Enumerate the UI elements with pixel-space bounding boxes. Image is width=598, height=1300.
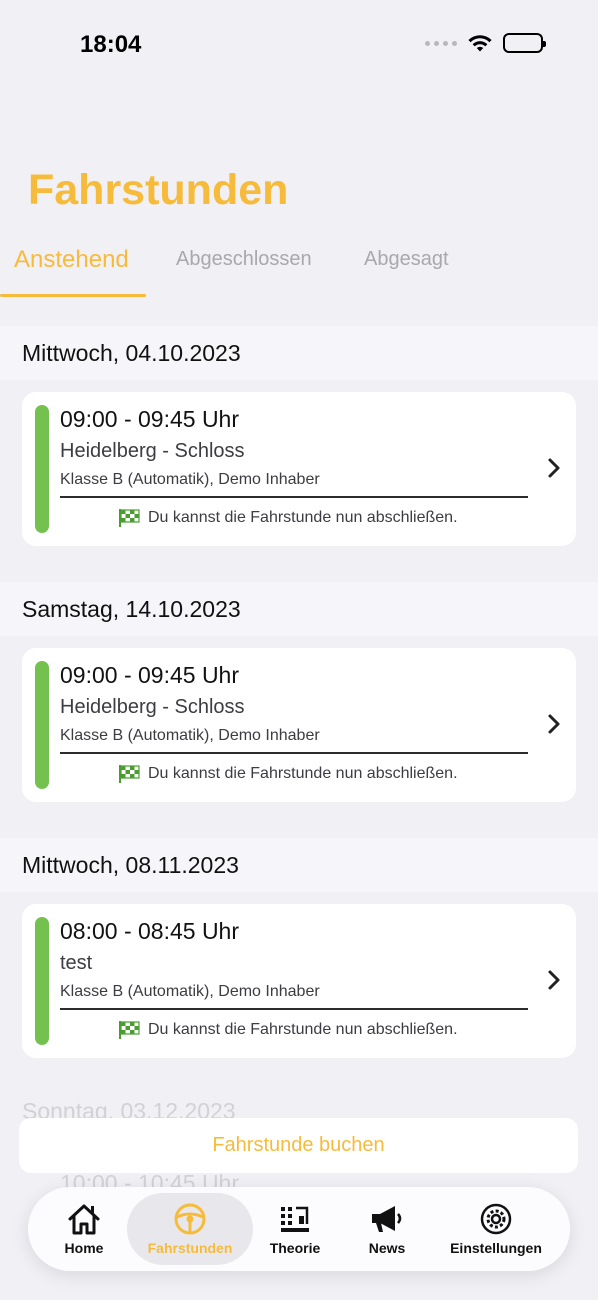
theory-icon — [281, 1206, 309, 1232]
home-icon — [68, 1204, 100, 1235]
divider — [60, 1008, 528, 1010]
divider — [60, 496, 528, 498]
lesson-location: test — [60, 952, 93, 974]
tabbar-home-label: Home — [64, 1240, 104, 1256]
lesson-list: Mittwoch, 04.10.2023 09:00 - 09:45 Uhr H… — [0, 326, 598, 1094]
chevron-right-icon — [548, 714, 560, 734]
completion-hint: Du kannst die Fahrstunde nun abschließen… — [118, 508, 458, 528]
gear-icon — [480, 1203, 512, 1235]
lesson-location: Heidelberg - Schloss — [60, 440, 245, 462]
completion-hint: Du kannst die Fahrstunde nun abschließen… — [118, 1020, 458, 1040]
lesson-time: 08:00 - 08:45 Uhr — [60, 918, 240, 944]
completion-hint: Du kannst die Fahrstunde nun abschließen… — [118, 764, 458, 784]
status-time: 18:04 — [80, 31, 142, 58]
lesson-time: 09:00 - 09:45 Uhr — [60, 662, 240, 688]
tabbar-settings-label: Einstellungen — [450, 1240, 542, 1256]
status-indicator-bar — [35, 661, 49, 789]
tabbar-theory[interactable]: Theorie — [253, 1193, 337, 1265]
lesson-time: 09:00 - 09:45 Uhr — [60, 406, 240, 432]
lesson-card[interactable]: 09:00 - 09:45 Uhr Heidelberg - Schloss K… — [22, 392, 576, 546]
divider — [60, 752, 528, 754]
status-icons — [425, 33, 546, 53]
steering-wheel-icon — [174, 1203, 206, 1235]
lesson-details: Klasse B (Automatik), Demo Inhaber — [60, 727, 320, 744]
date-header: Mittwoch, 04.10.2023 — [0, 326, 598, 380]
checkered-flag-icon — [119, 509, 140, 527]
bottom-tab-bar: Home Fahrstunden Theorie News Einstellun… — [28, 1187, 570, 1271]
status-bar: 18:04 — [0, 0, 598, 90]
tab-cancelled[interactable]: Abgesagt — [364, 248, 449, 271]
date-header: Samstag, 14.10.2023 — [0, 582, 598, 636]
tabbar-news-label: News — [368, 1240, 406, 1256]
chevron-right-icon — [548, 458, 560, 478]
tabbar-driving-lessons-label: Fahrstunden — [147, 1240, 233, 1256]
lesson-details: Klasse B (Automatik), Demo Inhaber — [60, 471, 320, 488]
completion-hint-text: Du kannst die Fahrstunde nun abschließen… — [148, 509, 458, 526]
checkered-flag-icon — [119, 1021, 140, 1039]
tabbar-news[interactable]: News — [346, 1193, 428, 1265]
status-indicator-bar — [35, 405, 49, 533]
lesson-location: Heidelberg - Schloss — [60, 696, 245, 718]
checkered-flag-icon — [119, 765, 140, 783]
date-header: Mittwoch, 08.11.2023 — [0, 838, 598, 892]
tabbar-theory-label: Theorie — [269, 1240, 321, 1256]
book-lesson-button[interactable]: Fahrstunde buchen — [19, 1118, 578, 1173]
tab-completed[interactable]: Abgeschlossen — [176, 248, 312, 271]
lesson-details: Klasse B (Automatik), Demo Inhaber — [60, 983, 320, 1000]
tabbar-settings[interactable]: Einstellungen — [440, 1193, 552, 1265]
status-indicator-bar — [35, 917, 49, 1045]
tab-upcoming[interactable]: Anstehend — [14, 246, 129, 274]
page-title: Fahrstunden — [28, 166, 289, 214]
active-tab-indicator — [0, 294, 146, 297]
wifi-icon — [468, 35, 492, 52]
lesson-card[interactable]: 08:00 - 08:45 Uhr test Klasse B (Automat… — [22, 904, 576, 1058]
completion-hint-text: Du kannst die Fahrstunde nun abschließen… — [148, 765, 458, 782]
cellular-signal-icon — [425, 40, 457, 46]
lesson-card[interactable]: 09:00 - 09:45 Uhr Heidelberg - Schloss K… — [22, 648, 576, 802]
tabbar-driving-lessons[interactable]: Fahrstunden — [127, 1193, 253, 1265]
lesson-filter-tabs: Anstehend Abgeschlossen Abgesagt — [0, 240, 598, 298]
chevron-right-icon — [548, 970, 560, 990]
megaphone-icon — [372, 1206, 402, 1232]
tabbar-home[interactable]: Home — [40, 1193, 128, 1265]
completion-hint-text: Du kannst die Fahrstunde nun abschließen… — [148, 1021, 458, 1038]
battery-icon — [503, 33, 546, 53]
